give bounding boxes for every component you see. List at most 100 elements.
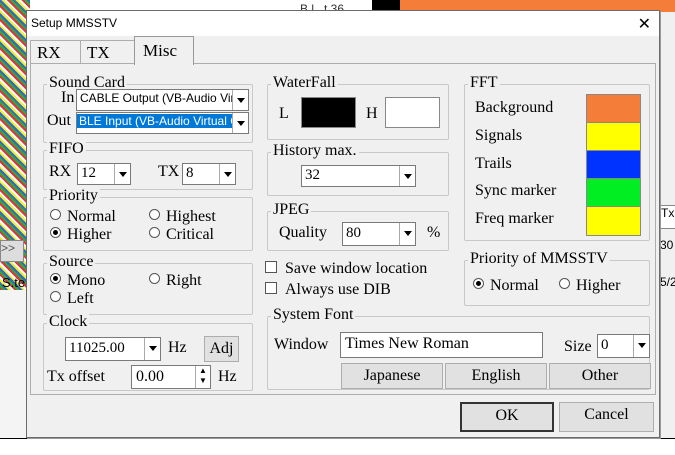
tab-tx[interactable]: TX: [80, 40, 138, 63]
fft-background-color[interactable]: [586, 94, 641, 124]
clock-group: Clock 11025.00 Hz Adj Tx offset 0.00 ▲ ▼ …: [43, 313, 253, 391]
background-left-label: S.te: [2, 275, 26, 290]
priority-normal-radio[interactable]: Normal: [50, 208, 116, 226]
window-font-input[interactable]: Times New Roman: [340, 332, 543, 358]
chevron-down-icon[interactable]: [399, 166, 415, 186]
window-font-value: Times New Roman: [345, 335, 469, 352]
background-right-number: 30: [660, 238, 674, 252]
history-title: History max.: [271, 142, 359, 160]
fft-sync-marker-label: Sync marker: [475, 182, 557, 199]
background-forward-button[interactable]: >>: [0, 240, 24, 262]
english-button[interactable]: English: [445, 363, 547, 389]
source-left-radio[interactable]: Left: [50, 290, 94, 308]
close-icon[interactable]: ✕: [638, 14, 651, 33]
mmsstv-higher-label: Higher: [576, 277, 621, 294]
radio-selected-icon[interactable]: [50, 273, 61, 284]
tab-rx-label: RX: [37, 43, 61, 62]
background-tx-button[interactable]: Tx: [660, 205, 675, 229]
radio-icon[interactable]: [559, 278, 570, 289]
radio-icon[interactable]: [149, 209, 160, 220]
mmsstv-higher-radio[interactable]: Higher: [559, 277, 620, 295]
fifo-tx-select[interactable]: 8: [182, 163, 236, 185]
font-size-label: Size: [564, 338, 592, 355]
priority-group: Priority Normal Highest Higher Critical: [43, 187, 253, 251]
priority-highest-label: Highest: [166, 208, 216, 225]
mmsstv-normal-label: Normal: [490, 277, 539, 294]
in-label: In: [61, 89, 75, 106]
chevron-down-icon[interactable]: [399, 223, 415, 245]
priority-higher-radio[interactable]: Higher: [50, 226, 111, 244]
tab-misc-label: Misc: [143, 41, 177, 60]
source-mono-label: Mono: [67, 272, 106, 289]
fifo-tx-label: TX: [158, 163, 180, 180]
fft-trails-color[interactable]: [586, 150, 641, 180]
chevron-down-icon[interactable]: [232, 113, 248, 133]
tab-rx[interactable]: RX: [30, 40, 82, 63]
percent-label: %: [427, 224, 441, 241]
waterfall-high-color[interactable]: [385, 97, 440, 128]
fft-trails-label: Trails: [475, 155, 512, 172]
setup-dialog: Setup MMSSTV ✕ RX TX Misc Sound Card In …: [26, 10, 660, 438]
font-size-value: 0: [601, 337, 609, 353]
chevron-down-icon[interactable]: [232, 90, 248, 110]
chevron-down-icon[interactable]: [114, 164, 130, 184]
priority-title: Priority: [47, 187, 100, 205]
priority-highest-radio[interactable]: Highest: [149, 208, 216, 226]
misc-tab-page: Sound Card In CABLE Output (VB-Audio Vir…: [30, 63, 656, 395]
chevron-down-icon[interactable]: [144, 338, 160, 360]
source-right-label: Right: [166, 272, 202, 289]
fft-sync-marker-color[interactable]: [586, 178, 641, 208]
background-right-panel: [658, 12, 675, 455]
adj-button[interactable]: Adj: [204, 336, 239, 362]
checkbox-icon[interactable]: [265, 261, 277, 273]
fifo-rx-value: 12: [81, 165, 96, 181]
system-font-title: System Font: [271, 306, 356, 324]
priority-mmsstv-group: Priority of MMSSTV Normal Higher: [464, 250, 650, 306]
fft-freq-marker-color[interactable]: [586, 206, 641, 236]
title-bar[interactable]: Setup MMSSTV ✕: [27, 11, 659, 36]
jpeg-quality-select[interactable]: 80: [342, 222, 416, 246]
tx-offset-input[interactable]: 0.00 ▲ ▼: [131, 365, 211, 389]
radio-icon[interactable]: [149, 273, 160, 284]
waterfall-low-color[interactable]: [301, 97, 356, 128]
source-left-label: Left: [67, 290, 94, 307]
history-group: History max. 32: [267, 142, 449, 196]
sound-out-select[interactable]: BLE Input (VB-Audio Virtual Cable): [76, 112, 249, 134]
clock-select[interactable]: 11025.00: [65, 337, 161, 361]
fft-signals-label: Signals: [475, 127, 523, 144]
save-window-checkbox[interactable]: Save window location: [265, 260, 427, 278]
chevron-down-icon[interactable]: [219, 164, 235, 184]
radio-selected-icon[interactable]: [473, 278, 484, 289]
fft-signals-color[interactable]: [586, 122, 641, 152]
radio-icon[interactable]: [50, 209, 61, 220]
ok-button[interactable]: OK: [460, 402, 554, 432]
japanese-button[interactable]: Japanese: [341, 363, 443, 389]
jpeg-group: JPEG Quality 80 %: [267, 201, 449, 251]
source-mono-radio[interactable]: Mono: [50, 272, 105, 290]
quality-label: Quality: [279, 224, 327, 241]
spin-arrows-icon[interactable]: ▲ ▼: [195, 366, 210, 388]
other-button[interactable]: Other: [549, 363, 651, 389]
sound-in-value: CABLE Output (VB-Audio Virtual Cable): [80, 91, 248, 105]
radio-icon[interactable]: [50, 291, 61, 302]
source-right-radio[interactable]: Right: [149, 272, 202, 290]
priority-critical-radio[interactable]: Critical: [149, 226, 214, 244]
radio-icon[interactable]: [149, 227, 160, 238]
tx-offset-label: Tx offset: [47, 368, 105, 385]
priority-higher-label: Higher: [67, 226, 112, 243]
cancel-button[interactable]: Cancel: [559, 402, 654, 432]
mmsstv-normal-radio[interactable]: Normal: [473, 277, 539, 295]
clock-value: 11025.00: [69, 340, 125, 356]
always-dib-checkbox[interactable]: Always use DIB: [265, 281, 391, 299]
tab-misc[interactable]: Misc: [134, 36, 194, 65]
tx-offset-hz-label: Hz: [218, 368, 237, 385]
chevron-down-icon[interactable]: [633, 335, 649, 357]
radio-selected-icon[interactable]: [50, 227, 61, 238]
history-select[interactable]: 32: [301, 165, 416, 187]
fifo-rx-select[interactable]: 12: [77, 163, 131, 185]
font-size-select[interactable]: 0: [597, 334, 650, 358]
fifo-group: FIFO RX 12 TX 8: [43, 140, 253, 190]
sound-in-select[interactable]: CABLE Output (VB-Audio Virtual Cable): [76, 89, 249, 111]
checkbox-icon[interactable]: [265, 282, 277, 294]
jpeg-title: JPEG: [271, 201, 312, 219]
